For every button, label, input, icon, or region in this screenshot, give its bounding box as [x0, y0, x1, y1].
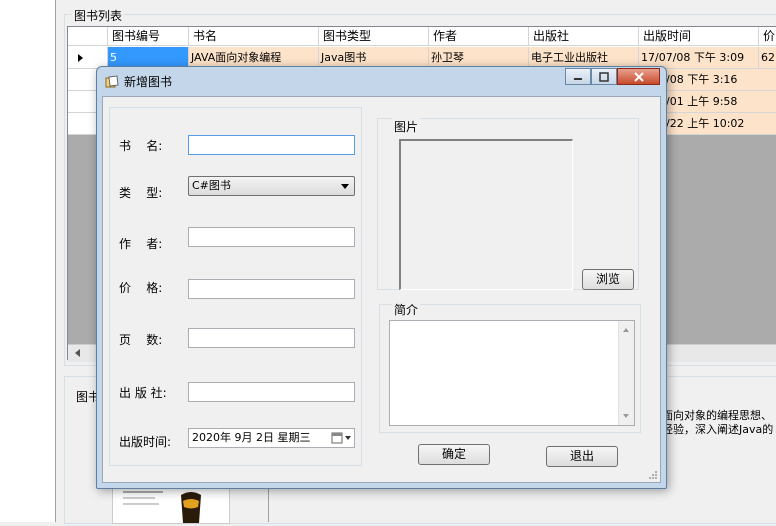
- book-description: 面向对象的编程思想、 经验，深入阐述Java的: [662, 409, 776, 437]
- scroll-up-icon: [623, 328, 629, 332]
- maximize-icon: [599, 71, 609, 82]
- left-panel: [0, 0, 56, 522]
- type-select[interactable]: C#图书: [188, 176, 355, 196]
- scroll-down-icon: [623, 414, 629, 418]
- intro-group-title: 简介: [392, 301, 421, 318]
- caption-buttons: [565, 68, 660, 85]
- author-input[interactable]: [188, 227, 355, 247]
- description-line: 经验，深入阐述Java的: [662, 423, 774, 436]
- divider: [268, 487, 269, 522]
- intro-vertical-scrollbar[interactable]: [618, 321, 634, 425]
- column-header-id[interactable]: 图书编号: [108, 27, 189, 46]
- column-header-price[interactable]: 价: [759, 27, 776, 46]
- column-header-date[interactable]: 出版时间: [639, 27, 759, 46]
- new-book-dialog: 新增图书 书 名: 类 型: C#图书 作 者: 价 格: 页 数: 出 版 社: [96, 66, 667, 489]
- book-list-group-title: 图书列表: [72, 7, 125, 24]
- column-header-publisher[interactable]: 出版社: [529, 27, 639, 46]
- pub-date-picker[interactable]: 2020年 9月 2日 星期三: [188, 428, 355, 448]
- scroll-left-icon: [75, 349, 80, 357]
- price-label: 价 格:: [119, 281, 163, 295]
- ok-button[interactable]: 确定: [418, 444, 490, 465]
- minimize-button[interactable]: [565, 68, 591, 85]
- column-header-name[interactable]: 书名: [189, 27, 319, 46]
- book-cover-image: [112, 486, 230, 524]
- publisher-label: 出 版 社:: [119, 386, 167, 400]
- description-line: 面向对象的编程思想、: [662, 409, 772, 422]
- author-label: 作 者:: [119, 237, 163, 251]
- close-button[interactable]: [617, 68, 660, 85]
- row-pointer-icon: [78, 54, 83, 62]
- name-label: 书 名:: [119, 139, 163, 153]
- pages-label: 页 数:: [119, 333, 163, 347]
- column-header-author[interactable]: 作者: [429, 27, 529, 46]
- type-select-value: C#图书: [192, 179, 231, 192]
- exit-button[interactable]: 退出: [546, 446, 618, 467]
- column-header-type[interactable]: 图书类型: [319, 27, 429, 46]
- app-icon: [105, 75, 119, 88]
- publisher-input[interactable]: [188, 382, 355, 402]
- browse-button[interactable]: 浏览: [582, 269, 634, 290]
- grid-header: 图书编号 书名 图书类型 作者 出版社 出版时间 价: [68, 27, 776, 47]
- pub-date-value: 2020年 9月 2日 星期三: [192, 431, 311, 444]
- type-label: 类 型:: [119, 186, 163, 200]
- minimize-icon: [574, 77, 582, 80]
- picture-group-title: 图片: [392, 118, 421, 135]
- cell-date[interactable]: 2/01 上午 9:58: [659, 91, 776, 113]
- dialog-client-area: 书 名: 类 型: C#图书 作 者: 价 格: 页 数: 出 版 社: 出版时…: [102, 96, 661, 483]
- dropdown-arrow-icon: [341, 184, 349, 189]
- name-input[interactable]: [188, 135, 355, 155]
- cell-date[interactable]: 7/22 上午 10:02: [659, 113, 776, 135]
- price-input[interactable]: [188, 279, 355, 299]
- close-icon: [633, 71, 644, 82]
- cover-picture-box: [399, 139, 573, 290]
- calendar-icon[interactable]: [330, 431, 352, 445]
- dialog-title: 新增图书: [124, 75, 173, 89]
- cell-price[interactable]: 62.: [759, 47, 776, 69]
- grid-corner: [68, 27, 108, 46]
- intro-textarea[interactable]: [389, 320, 635, 426]
- resize-grip-icon[interactable]: [648, 470, 658, 480]
- pages-input[interactable]: [188, 328, 355, 348]
- cell-date[interactable]: 7/08 下午 3:16: [659, 69, 776, 91]
- maximize-button[interactable]: [591, 68, 617, 85]
- pub-date-label: 出版时间:: [119, 435, 172, 449]
